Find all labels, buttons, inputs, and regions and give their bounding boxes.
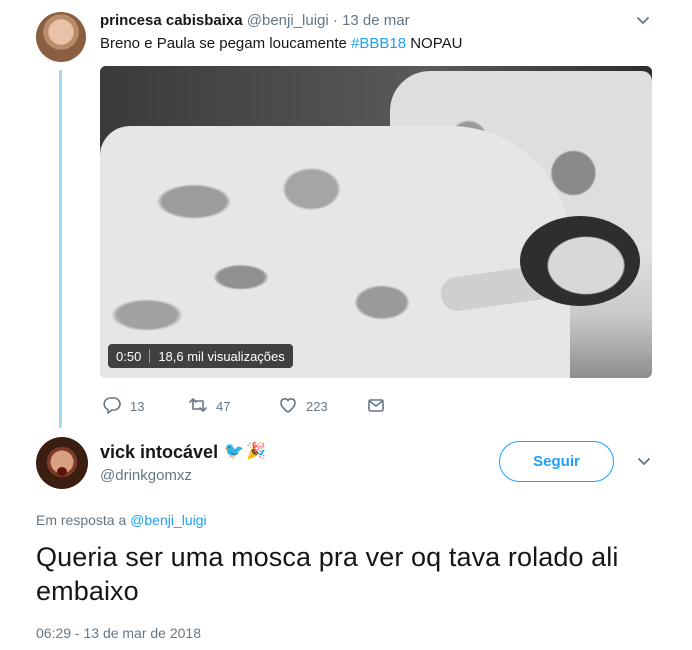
like-count: 223 [306, 399, 328, 414]
envelope-icon [366, 395, 386, 418]
tweet-text: Breno e Paula se pegam loucamente #BBB18… [100, 35, 462, 53]
video-duration: 0:50 [116, 348, 142, 364]
direct-message-button[interactable] [366, 395, 386, 418]
bird-emoji-icon: 🐦 [224, 443, 244, 460]
chevron-down-icon[interactable] [636, 453, 652, 472]
video-frame-blanket [100, 126, 570, 378]
like-button[interactable]: 223 [278, 395, 328, 418]
reply-context: Em resposta a @benji_luigi [36, 512, 207, 528]
display-name[interactable]: vick intocável [100, 441, 218, 463]
tweet-text-end: NOPAU [406, 35, 463, 52]
display-name-row: vick intocável 🐦 🎉 [100, 441, 266, 463]
user-handle[interactable]: @drinkgomxz [100, 467, 192, 484]
dot-separator: · [332, 12, 338, 29]
retweet-icon [188, 395, 208, 418]
hashtag-link[interactable]: #BBB18 [351, 35, 406, 52]
name-emoji: 🐦 🎉 [224, 441, 266, 463]
reply-prefix: Em resposta a [36, 512, 131, 528]
reply-count: 13 [130, 399, 145, 414]
avatar[interactable] [36, 12, 86, 62]
tweet-timestamp[interactable]: 06:29 - 13 de mar de 2018 [36, 625, 201, 641]
video-player[interactable]: 0:50 18,6 mil visualizações [100, 66, 652, 378]
badge-divider [149, 349, 151, 363]
tweet-date[interactable]: 13 de mar [342, 12, 410, 29]
avatar-detail [57, 467, 67, 476]
reply-icon [102, 395, 122, 418]
tweet-text: Queria ser uma mosca pra ver oq tava rol… [36, 542, 619, 606]
tweet-header: princesa cabisbaixa @benji_luigi · 13 de… [100, 12, 410, 30]
follow-button[interactable]: Seguir [499, 441, 614, 482]
display-name[interactable]: princesa cabisbaixa [100, 12, 243, 29]
chevron-down-icon[interactable] [635, 12, 651, 31]
tweet-text-start: Breno e Paula se pegam loucamente [100, 35, 351, 52]
thread-connector-line [59, 70, 62, 428]
video-views: 18,6 mil visualizações [158, 348, 285, 364]
reply-button[interactable]: 13 [102, 395, 144, 418]
retweet-count: 47 [216, 399, 231, 414]
user-handle[interactable]: @benji_luigi [247, 12, 329, 29]
heart-icon [278, 395, 298, 418]
party-popper-emoji-icon: 🎉 [246, 443, 266, 460]
reply-handle-link[interactable]: @benji_luigi [130, 512, 206, 528]
retweet-button[interactable]: 47 [188, 395, 230, 418]
video-frame-head [520, 216, 640, 306]
avatar[interactable] [36, 437, 88, 489]
video-info-badge: 0:50 18,6 mil visualizações [108, 344, 293, 368]
